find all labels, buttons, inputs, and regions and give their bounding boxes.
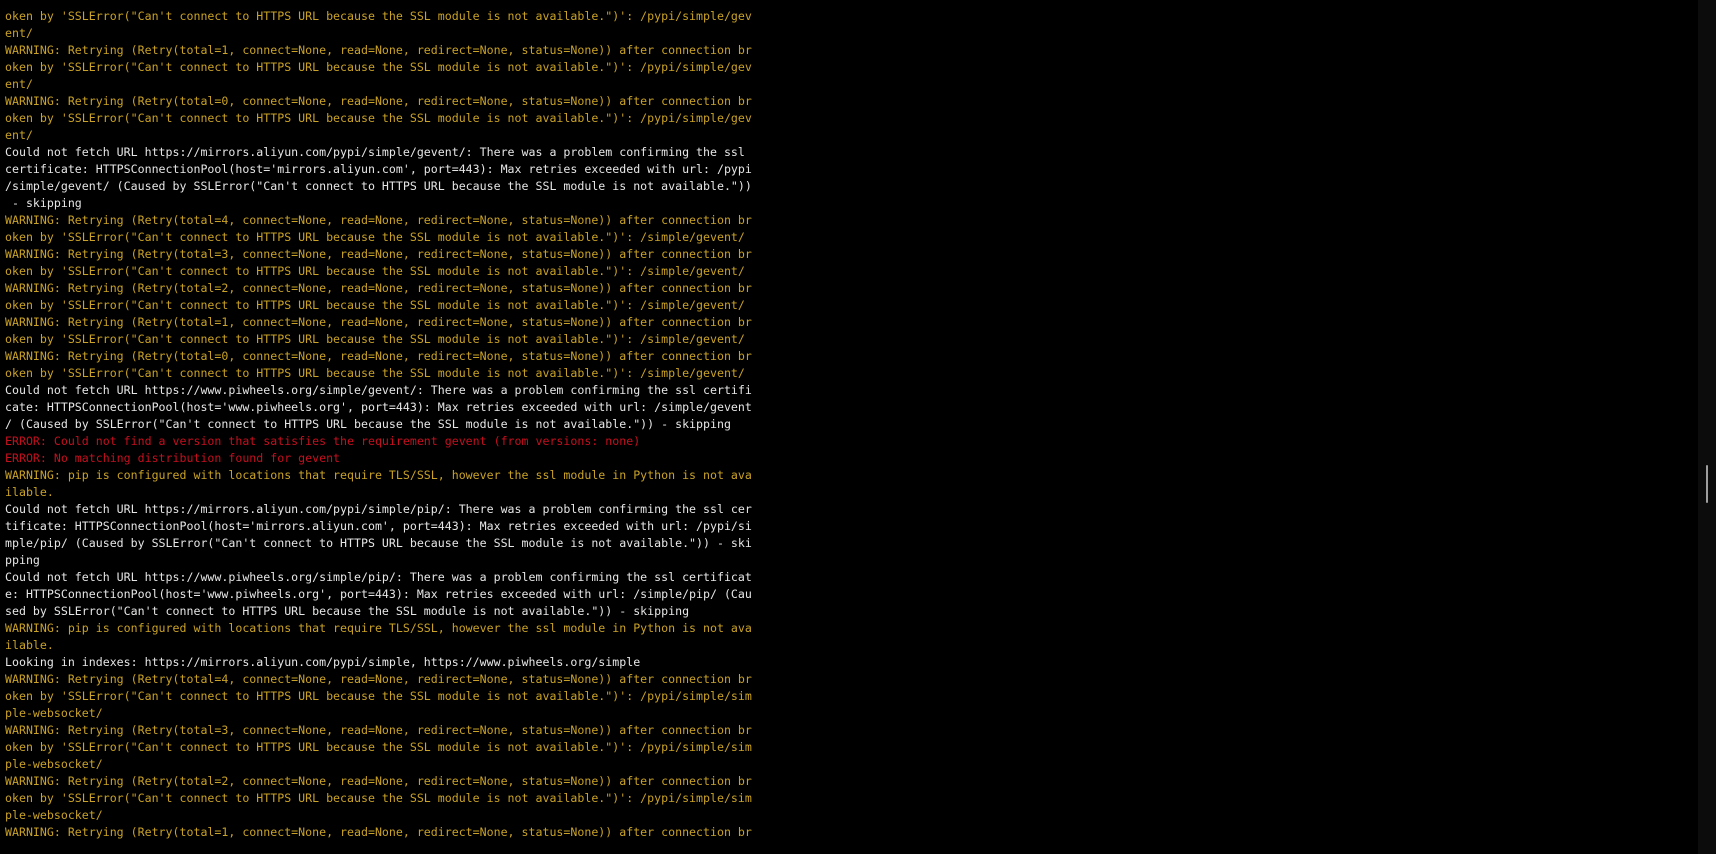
terminal-line: WARNING: Retrying (Retry(total=1, connec… (5, 825, 752, 839)
terminal-line: tificate: HTTPSConnectionPool(host='mirr… (5, 519, 752, 533)
terminal-line: - skipping (5, 196, 82, 210)
terminal-line: cate: HTTPSConnectionPool(host='www.piwh… (5, 400, 752, 414)
vertical-scrollbar[interactable] (1698, 0, 1716, 854)
terminal-line: WARNING: Retrying (Retry(total=2, connec… (5, 281, 752, 295)
terminal-line: oken by 'SSLError("Can't connect to HTTP… (5, 689, 752, 703)
terminal-line: ent/ (5, 26, 33, 40)
terminal-line: Could not fetch URL https://mirrors.aliy… (5, 502, 752, 516)
terminal-line: ple-websocket/ (5, 706, 103, 720)
terminal-line: ent/ (5, 128, 33, 142)
terminal-line: Could not fetch URL https://www.piwheels… (5, 570, 752, 584)
terminal-line: certificate: HTTPSConnectionPool(host='m… (5, 162, 752, 176)
terminal-line: Could not fetch URL https://mirrors.aliy… (5, 145, 745, 159)
terminal-line: oken by 'SSLError("Can't connect to HTTP… (5, 740, 752, 754)
terminal-line: oken by 'SSLError("Can't connect to HTTP… (5, 366, 745, 380)
terminal-line: Could not fetch URL https://www.piwheels… (5, 383, 752, 397)
terminal-line: / (Caused by SSLError("Can't connect to … (5, 417, 731, 431)
terminal-line: pping (5, 553, 40, 567)
terminal-line: WARNING: Retrying (Retry(total=2, connec… (5, 774, 752, 788)
terminal-line: ERROR: No matching distribution found fo… (5, 451, 341, 465)
terminal-line: oken by 'SSLError("Can't connect to HTTP… (5, 332, 745, 346)
scrollbar-thumb[interactable] (1706, 465, 1708, 503)
terminal-line: ent/ (5, 77, 33, 91)
terminal-line: WARNING: Retrying (Retry(total=3, connec… (5, 247, 752, 261)
terminal-line: WARNING: pip is configured with location… (5, 621, 752, 635)
terminal-output: oken by 'SSLError("Can't connect to HTTP… (5, 8, 752, 841)
terminal-line: WARNING: Retrying (Retry(total=4, connec… (5, 213, 752, 227)
terminal-line: WARNING: Retrying (Retry(total=0, connec… (5, 349, 752, 363)
terminal-line: Looking in indexes: https://mirrors.aliy… (5, 655, 641, 669)
terminal-line: WARNING: Retrying (Retry(total=0, connec… (5, 94, 752, 108)
terminal-line: oken by 'SSLError("Can't connect to HTTP… (5, 298, 745, 312)
terminal-line: /simple/gevent/ (Caused by SSLError("Can… (5, 179, 752, 193)
terminal-line: oken by 'SSLError("Can't connect to HTTP… (5, 791, 752, 805)
terminal-line: ple-websocket/ (5, 757, 103, 771)
terminal-line: WARNING: Retrying (Retry(total=4, connec… (5, 672, 752, 686)
terminal-line: ple-websocket/ (5, 808, 103, 822)
terminal-line: WARNING: Retrying (Retry(total=1, connec… (5, 315, 752, 329)
terminal-line: ERROR: Could not find a version that sat… (5, 434, 641, 448)
terminal-line: oken by 'SSLError("Can't connect to HTTP… (5, 264, 745, 278)
terminal-line: e: HTTPSConnectionPool(host='www.piwheel… (5, 587, 752, 601)
terminal-line: oken by 'SSLError("Can't connect to HTTP… (5, 60, 752, 74)
terminal-line: WARNING: Retrying (Retry(total=1, connec… (5, 43, 752, 57)
terminal-line: sed by SSLError("Can't connect to HTTPS … (5, 604, 690, 618)
terminal-line: oken by 'SSLError("Can't connect to HTTP… (5, 230, 745, 244)
terminal-line: oken by 'SSLError("Can't connect to HTTP… (5, 111, 752, 125)
terminal-window[interactable]: oken by 'SSLError("Can't connect to HTTP… (0, 0, 1698, 854)
terminal-line: ilable. (5, 638, 54, 652)
terminal-line: mple/pip/ (Caused by SSLError("Can't con… (5, 536, 752, 550)
terminal-line: WARNING: pip is configured with location… (5, 468, 752, 482)
terminal-line: oken by 'SSLError("Can't connect to HTTP… (5, 9, 752, 23)
terminal-line: ilable. (5, 485, 54, 499)
terminal-line: WARNING: Retrying (Retry(total=3, connec… (5, 723, 752, 737)
